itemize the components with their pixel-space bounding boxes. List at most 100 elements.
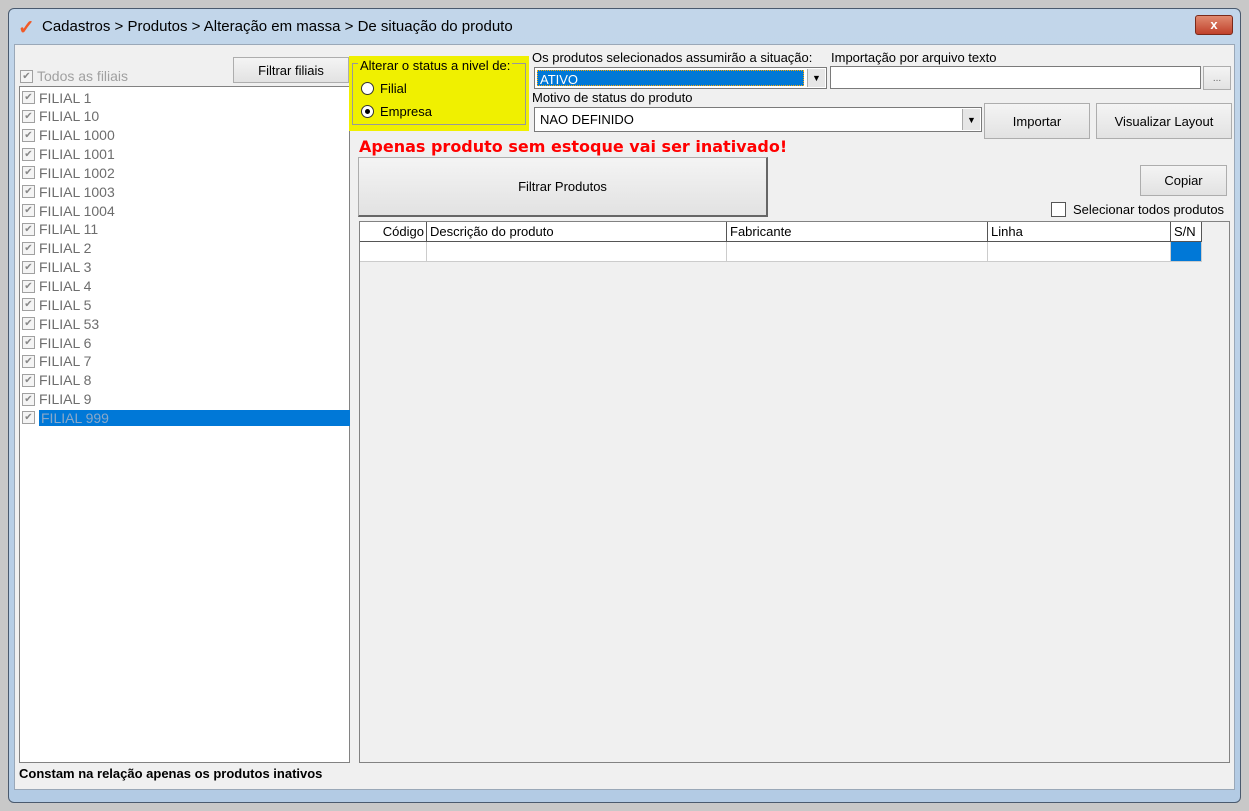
situacao-select[interactable]: ATIVO ▼ (534, 67, 827, 89)
status-level-group: Alterar o status a nivel de: Filial Empr… (349, 56, 529, 131)
radio-filial[interactable]: Filial (361, 81, 407, 96)
filial-list-item[interactable]: ✔ FILIAL 1002 (22, 163, 350, 182)
checkbox-icon[interactable]: ✔ (22, 91, 35, 104)
products-grid[interactable]: Código Descrição do produto Fabricante L… (359, 221, 1230, 763)
checkbox-icon[interactable]: ✔ (22, 147, 35, 161)
checkbox-icon[interactable]: ✔ (22, 298, 35, 312)
all-filiais-checkbox[interactable]: ✔ Todos as filiais (20, 68, 128, 84)
filial-list-item[interactable]: ✔ FILIAL 1000 (22, 126, 350, 145)
filial-label: FILIAL 3 (39, 259, 92, 276)
warning-text: Apenas produto sem estoque vai ser inati… (359, 137, 788, 156)
motivo-select[interactable]: NAO DEFINIDO ▼ (534, 107, 982, 132)
table-cell[interactable] (360, 242, 427, 262)
filial-list-item[interactable]: ✔ FILIAL 11 (22, 220, 350, 239)
filial-list-item[interactable]: ✔ FILIAL 1 (22, 88, 350, 107)
chevron-down-icon[interactable]: ▼ (962, 109, 980, 130)
checkbox-icon[interactable]: ✔ (22, 185, 35, 199)
filial-list-item[interactable]: ✔ FILIAL 5 (22, 295, 350, 314)
radio-label: Empresa (380, 104, 433, 119)
checkbox-icon[interactable]: ✔ (22, 279, 35, 293)
situacao-label: Os produtos selecionados assumirão a sit… (532, 50, 813, 65)
filial-label: FILIAL 8 (39, 372, 92, 389)
checkbox-icon[interactable]: ✔ (22, 392, 35, 406)
checkbox-icon[interactable]: ✔ (22, 411, 35, 425)
filial-list-item[interactable]: ✔ FILIAL 2 (22, 239, 350, 258)
checkbox-icon[interactable]: ✔ (22, 373, 35, 387)
filial-list-item[interactable]: ✔ FILIAL 999 (22, 408, 350, 427)
copy-button[interactable]: Copiar (1140, 165, 1227, 196)
filial-label: FILIAL 6 (39, 334, 92, 351)
checkbox-icon: ✔ (20, 69, 33, 83)
checkbox-icon (1051, 202, 1066, 217)
filter-filiais-button[interactable]: Filtrar filiais (233, 57, 349, 83)
table-cell-selected[interactable] (1171, 242, 1202, 262)
filiais-list[interactable]: ✔ FILIAL 1 ✔ FILIAL 10 ✔ FILIAL 1000 ✔ FILIAL 1… (19, 86, 350, 763)
import-button[interactable]: Importar (984, 103, 1090, 139)
filter-products-button[interactable]: Filtrar Produtos (358, 157, 768, 217)
motivo-value: NAO DEFINIDO (540, 112, 634, 127)
filial-label: FILIAL 9 (39, 391, 92, 408)
filial-label: FILIAL 1002 (39, 164, 115, 181)
filial-label: FILIAL 10 (39, 108, 100, 125)
filial-list-item[interactable]: ✔ FILIAL 3 (22, 258, 350, 277)
footer-note: Constam na relação apenas os produtos in… (19, 766, 323, 781)
filial-list-item[interactable]: ✔ FILIAL 4 (22, 277, 350, 296)
radio-selected-icon (361, 105, 374, 118)
motivo-label: Motivo de status do produto (532, 90, 693, 105)
filial-list-item[interactable]: ✔ FILIAL 1001 (22, 145, 350, 164)
checkbox-icon[interactable]: ✔ (22, 317, 35, 331)
filial-label: FILIAL 999 (39, 409, 350, 426)
column-header-linha[interactable]: Linha (988, 222, 1171, 242)
table-cell[interactable] (427, 242, 727, 262)
filial-list-item[interactable]: ✔ FILIAL 7 (22, 352, 350, 371)
filial-list-item[interactable]: ✔ FILIAL 6 (22, 333, 350, 352)
filial-label: FILIAL 1003 (39, 183, 115, 200)
situacao-value: ATIVO (537, 70, 804, 87)
status-level-legend: Alterar o status a nivel de: (358, 58, 513, 73)
filial-label: FILIAL 1001 (39, 146, 115, 163)
checkbox-icon[interactable]: ✔ (22, 204, 35, 218)
close-button[interactable]: x (1195, 15, 1233, 35)
checkbox-icon[interactable]: ✔ (22, 128, 35, 142)
select-all-products-checkbox[interactable]: Selecionar todos produtos (1051, 202, 1224, 217)
filial-label: FILIAL 7 (39, 353, 92, 370)
filial-list-item[interactable]: ✔ FILIAL 8 (22, 371, 350, 390)
checkbox-icon[interactable]: ✔ (22, 166, 35, 180)
column-header-sn[interactable]: S/N (1171, 222, 1202, 242)
filial-label: FILIAL 11 (39, 221, 99, 238)
radio-icon (361, 82, 374, 95)
view-layout-button[interactable]: Visualizar Layout (1096, 103, 1232, 139)
checkbox-icon[interactable]: ✔ (22, 241, 35, 255)
radio-empresa[interactable]: Empresa (361, 104, 432, 119)
checkbox-icon[interactable]: ✔ (22, 109, 35, 123)
filial-label: FILIAL 4 (39, 278, 92, 294)
browse-button[interactable]: ... (1203, 66, 1231, 90)
all-filiais-label: Todos as filiais (37, 68, 129, 84)
checkbox-icon[interactable]: ✔ (22, 354, 35, 368)
window-title: Cadastros > Produtos > Alteração em mass… (42, 18, 513, 35)
column-header-codigo[interactable]: Código (360, 222, 427, 242)
filial-list-item[interactable]: ✔ FILIAL 1004 (22, 201, 350, 220)
filial-list-item[interactable]: ✔ FILIAL 10 (22, 107, 350, 126)
filial-label: FILIAL 1000 (39, 127, 115, 144)
column-header-fabricante[interactable]: Fabricante (727, 222, 988, 242)
filial-list-item[interactable]: ✔ FILIAL 53 (22, 314, 350, 333)
filial-list-item[interactable]: ✔ FILIAL 9 (22, 390, 350, 409)
filial-label: FILIAL 53 (39, 315, 100, 332)
chevron-down-icon[interactable]: ▼ (807, 69, 825, 87)
checkbox-icon[interactable]: ✔ (22, 336, 35, 350)
filial-label: FILIAL 2 (39, 240, 92, 257)
app-logo-icon: ✓ (18, 17, 35, 39)
select-all-products-label: Selecionar todos produtos (1073, 202, 1225, 217)
import-file-input[interactable] (830, 66, 1201, 89)
table-cell[interactable] (727, 242, 988, 262)
checkbox-icon[interactable]: ✔ (22, 260, 35, 274)
filial-label: FILIAL 1004 (39, 202, 115, 219)
radio-label: Filial (380, 81, 407, 96)
import-label: Importação por arquivo texto (831, 50, 997, 65)
table-cell[interactable] (988, 242, 1171, 262)
column-header-descricao[interactable]: Descrição do produto (427, 222, 727, 242)
filial-list-item[interactable]: ✔ FILIAL 1003 (22, 182, 350, 201)
checkbox-icon[interactable]: ✔ (22, 222, 35, 236)
filial-label: FILIAL 5 (39, 296, 92, 313)
